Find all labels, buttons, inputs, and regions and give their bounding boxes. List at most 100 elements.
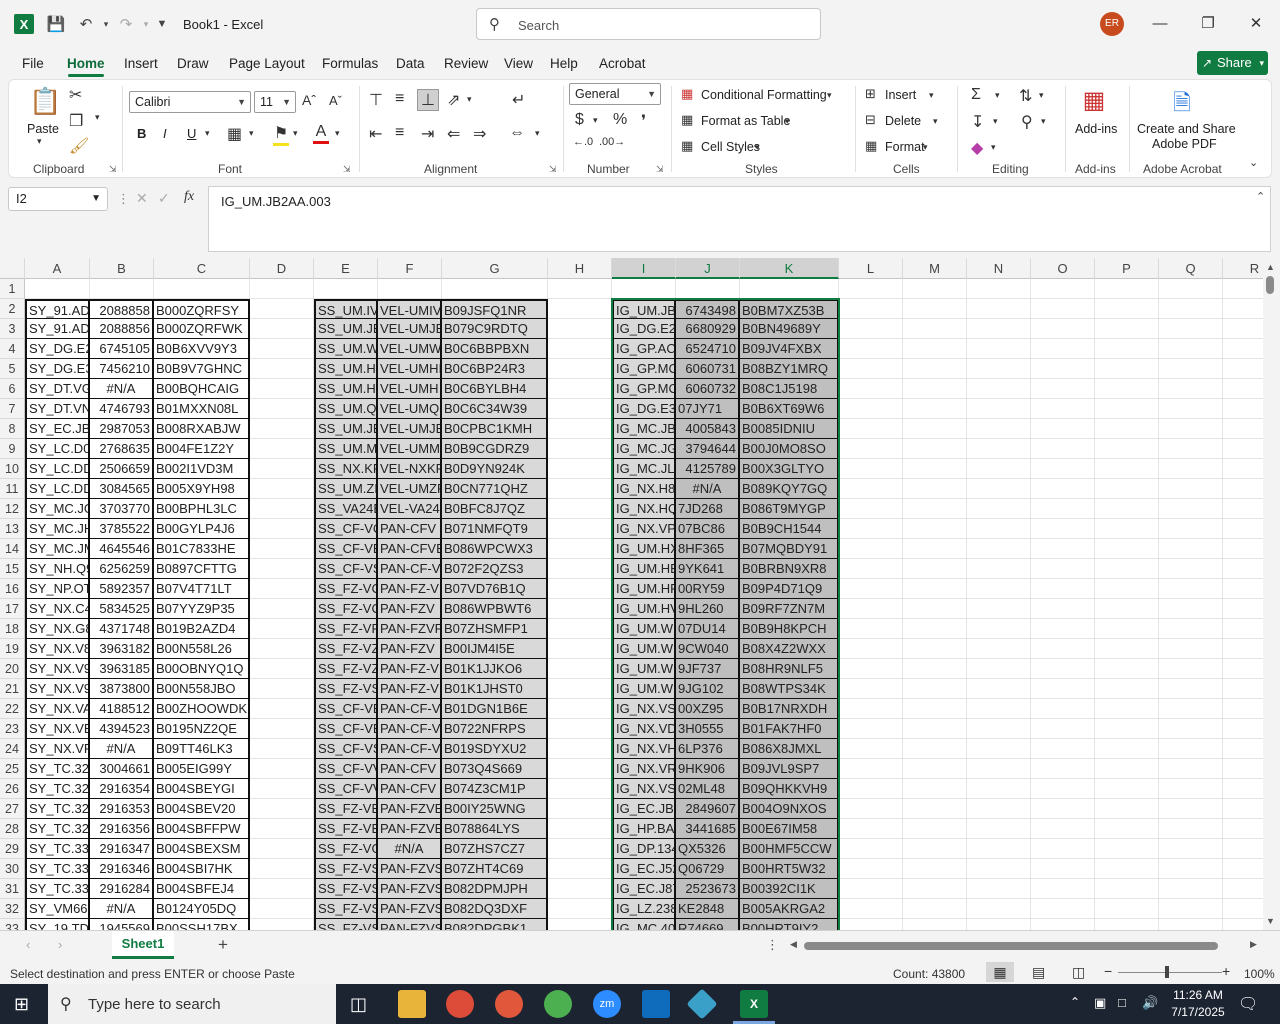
cell-k23[interactable]: B01FAK7HF0 [740,719,839,739]
cell-g32[interactable]: B082DQ3DXF [442,899,548,919]
merge-center-icon[interactable]: ⇔ [509,124,525,142]
grid-cell[interactable] [839,599,903,619]
cell-c17[interactable]: B07YYZ9P35 [154,599,250,619]
grid-cell[interactable] [1095,479,1159,499]
grid-cell[interactable] [839,739,903,759]
row-header[interactable]: 10 [0,459,25,479]
cell-f28[interactable]: PAN-FZVE [378,819,442,839]
grid-cell[interactable] [839,819,903,839]
grid-cell[interactable] [1031,579,1095,599]
grid-cell[interactable] [1031,459,1095,479]
grid-cell[interactable] [1031,879,1095,899]
paste-icon[interactable]: 📋 [29,86,61,118]
cell-c22[interactable]: B00ZHOOWDK [154,699,250,719]
cell-i3[interactable]: IG_DG.E2 [612,319,676,339]
grid-cell[interactable] [1095,659,1159,679]
grid-cell[interactable] [250,299,314,319]
grid-cell[interactable] [1095,439,1159,459]
cell-i9[interactable]: IG_MC.JG [612,439,676,459]
grid-cell[interactable] [1159,819,1223,839]
cell-f8[interactable]: VEL-UMJE [378,419,442,439]
cell-k19[interactable]: B08X4Z2WXX [740,639,839,659]
grid-cell[interactable] [839,559,903,579]
column-header-e[interactable]: E [314,258,378,279]
cell-e26[interactable]: SS_CF-VV [314,779,378,799]
cell-g9[interactable]: B0B9CGDRZ9 [442,439,548,459]
grid-cell[interactable] [967,679,1031,699]
grid-cell[interactable] [839,359,903,379]
cell-i25[interactable]: IG_NX.VR [612,759,676,779]
cell-a22[interactable]: SY_NX.VA [25,699,90,719]
grid-cell[interactable] [1159,459,1223,479]
avatar[interactable]: ER [1100,12,1124,36]
grid-cell[interactable] [1159,719,1223,739]
cell-k6[interactable]: B08C1J5198 [740,379,839,399]
cell-a30[interactable]: SY_TC.331 [25,859,90,879]
grid-cell[interactable] [1095,599,1159,619]
cell-c5[interactable]: B0B9V7GHNC [154,359,250,379]
grid-cell[interactable] [1095,679,1159,699]
grid-cell[interactable] [1223,499,1263,519]
sort-filter-icon[interactable]: ⇅ [1019,86,1032,106]
cell-a33[interactable]: SY_19.TDV [25,919,90,930]
format-dropdown-icon[interactable]: ▾ [923,142,928,153]
cell-a17[interactable]: SY_NX.C4I [25,599,90,619]
cell-a13[interactable]: SY_MC.JH [25,519,90,539]
grid-cell[interactable] [548,299,612,319]
row-header[interactable]: 27 [0,799,25,819]
cell-c23[interactable]: B0195NZ2QE [154,719,250,739]
row-header[interactable]: 28 [0,819,25,839]
task-view-icon[interactable]: ◫ [350,994,367,1015]
cell-b8[interactable]: 2987053 [90,419,154,439]
grid-cell[interactable] [1159,519,1223,539]
grid-cell[interactable] [250,519,314,539]
vertical-scrollbar[interactable]: ▲ ▼ [1263,258,1280,930]
font-size-dropdown[interactable]: 11 ▼ [254,91,296,113]
cell-a9[interactable]: SY_LC.D01 [25,439,90,459]
grid-cell[interactable] [548,479,612,499]
cell-c13[interactable]: B00GYLP4J6 [154,519,250,539]
cell-i32[interactable]: IG_LZ.238 [612,899,676,919]
cell-e24[interactable]: SS_CF-VS [314,739,378,759]
zoom-slider-thumb[interactable] [1165,966,1169,978]
grid-cell[interactable] [839,719,903,739]
cell-k14[interactable]: B07MQBDY91 [740,539,839,559]
cell-c27[interactable]: B004SBEV20 [154,799,250,819]
grid-cell[interactable] [903,459,967,479]
grid-cell[interactable] [967,299,1031,319]
grid-cell[interactable] [90,279,154,299]
grid-cell[interactable] [967,559,1031,579]
grid-cell[interactable] [1223,279,1263,299]
comma-icon[interactable]: ❜ [641,111,646,131]
grid-cell[interactable] [1031,359,1095,379]
cell-e19[interactable]: SS_FZ-VZ [314,639,378,659]
grid-cell[interactable] [967,699,1031,719]
cell-f10[interactable]: VEL-NXKR [378,459,442,479]
close-button[interactable]: ✕ [1244,12,1268,36]
conditional-formatting-icon[interactable]: ▦ [681,86,693,102]
conditional-formatting-dropdown-icon[interactable]: ▾ [827,90,832,101]
column-header-q[interactable]: Q [1159,258,1223,279]
grid-cell[interactable] [903,879,967,899]
cell-i7[interactable]: IG_DG.E3 [612,399,676,419]
cell-f24[interactable]: PAN-CF-V [378,739,442,759]
grid-cell[interactable] [839,759,903,779]
row-header[interactable]: 17 [0,599,25,619]
grid-cell[interactable] [250,279,314,299]
grid-cell[interactable] [1031,339,1095,359]
grid-cell[interactable] [1031,499,1095,519]
cell-j32[interactable]: KE2848 [676,899,740,919]
cell-e23[interactable]: SS_CF-VE [314,719,378,739]
collapse-ribbon-icon[interactable]: ⌄ [1249,156,1258,169]
grid-cell[interactable] [967,739,1031,759]
grid-cell[interactable] [839,839,903,859]
grid-cell[interactable] [903,579,967,599]
cell-j14[interactable]: 8HF365 [676,539,740,559]
grid-cell[interactable] [1159,279,1223,299]
grid-cell[interactable] [1031,439,1095,459]
grid-cell[interactable] [1159,619,1223,639]
chrome-profile-2-icon[interactable] [495,990,523,1018]
cell-c4[interactable]: B0B6XVV9Y3 [154,339,250,359]
grid-cell[interactable] [903,899,967,919]
grid-cell[interactable] [250,739,314,759]
